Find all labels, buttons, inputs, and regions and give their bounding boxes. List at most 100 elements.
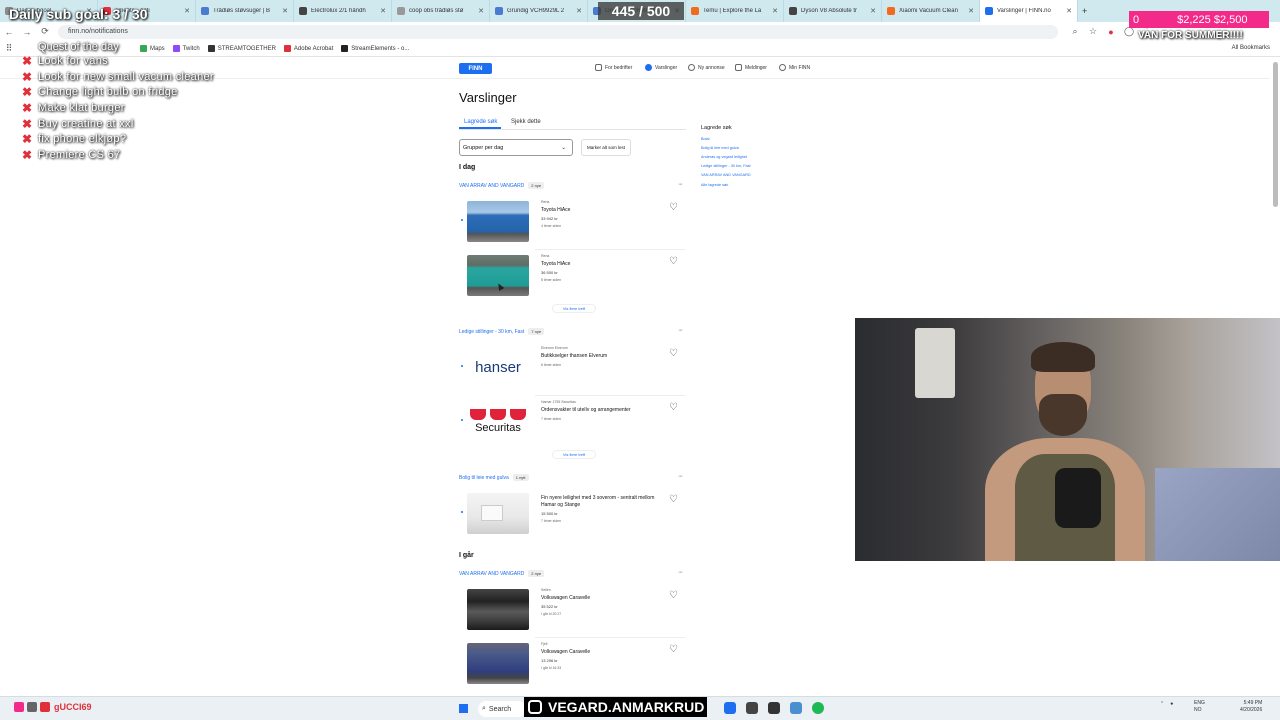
tab-check-this[interactable]: Sjekk dette [511,119,541,125]
list-item[interactable]: Sellen Volkswagen Caravelle 35 522 kr I går… [459,588,687,640]
search-group[interactable]: VAN ARRAV AND VANGARD 2 nye [459,570,545,577]
search-group[interactable]: VAN ARRAV AND VANGARD 2 nye [459,182,545,189]
close-icon[interactable]: ✕ [576,7,582,15]
bookmark-item[interactable]: STREAMTOGETHER [207,45,276,52]
apps-icon[interactable]: ⠿ [0,43,18,54]
list-item[interactable]: Fin nyere leilighet med 3 soverom - sent… [459,492,687,544]
bookmark-favicon-icon [283,45,291,52]
quest-item: ✖ Premiere CS 67 [22,147,121,162]
chevron-up-icon[interactable]: ⌃ [1160,701,1164,707]
close-icon[interactable]: ✕ [184,7,190,15]
divider [535,249,685,250]
saved-search-link[interactable]: Bolal [701,135,751,144]
browser-tab[interactable]: coop obs trådløs stø ✕ [392,0,490,22]
close-icon[interactable]: ✕ [1066,7,1072,15]
page-scrollbar[interactable] [1273,62,1278,207]
windows-start-icon[interactable] [458,703,469,714]
close-icon[interactable]: ✕ [282,7,288,15]
finn-logo[interactable]: FINN [459,63,492,74]
listing-image [467,493,529,534]
close-icon[interactable]: ✕ [870,7,876,15]
close-icon[interactable]: ✕ [380,7,386,15]
search-group[interactable]: Ledige stillinger - 30 km, Fast 7 nye [459,328,545,335]
obs-icon[interactable] [746,702,758,714]
browser-tab[interactable]: Dyson V8 Absolute tr ✕ [784,0,882,22]
nav-notifications[interactable]: Varslinger [645,64,677,71]
spotify-icon[interactable] [812,702,824,714]
user-icon [779,64,786,71]
bell-icon [645,64,652,71]
saved-search-link[interactable]: VAN ARRAV AND VANGARD [701,171,751,180]
list-item[interactable]: Fjell Volkswagen Caravelle 13 296 kr I går … [459,642,687,694]
bookmark-item[interactable]: Adobe Acrobat [283,45,333,52]
saved-search-link[interactable]: Bolig til leie med gulva [701,144,751,153]
chrome-icon[interactable] [790,702,802,714]
address-bar[interactable]: finn.no/notifications [58,24,1058,39]
bookmark-star-icon[interactable]: ☆ [1084,26,1102,37]
browser-tab[interactable]: Xiaomi Vacuum Clean ✕ [882,0,980,22]
search-group[interactable]: Bolig til leie med gulva 1 nytt [459,474,529,481]
more-options-icon[interactable]: ··· [678,181,683,188]
show-more-button[interactable]: Vis flere treff [552,304,596,313]
edge-icon[interactable] [724,702,736,714]
tab-favicon-icon [495,7,503,15]
mark-all-read-button[interactable]: Marker alt som lest [581,139,631,156]
taskbar-search[interactable]: ⌕ Search [478,701,526,717]
cross-icon: ✖ [22,53,33,68]
browser-tab[interactable]: Temu | Explore the La ✕ [686,0,784,22]
saved-search-link[interactable]: Anderas og vegard leilighet [701,153,751,162]
nav-new-ad[interactable]: Ny annonse [688,64,725,71]
unread-dot [461,365,463,367]
show-more-button[interactable]: Vis flere treff [552,450,596,459]
list-item[interactable]: Rena Toyota HiAce 36 500 kr 5 timer siden ♡ [459,254,687,306]
webcam-feed [855,318,1280,561]
tab-favicon-icon [887,7,895,15]
favorite-heart-icon[interactable]: ♡ [669,644,678,655]
browser-tab[interactable]: Trådløs støvsuger | B ✕ [196,0,294,22]
mic-icon[interactable]: ● [1170,701,1173,707]
back-icon[interactable]: ← [0,27,18,37]
clock[interactable]: 5:49 PM 4/20/2026 [1240,700,1262,714]
list-item[interactable]: hanser Elverum Elverum Butikkselger thans… [459,346,687,398]
close-icon[interactable]: ✕ [968,7,974,15]
hanging-shirt [915,328,955,398]
favorite-heart-icon[interactable]: ♡ [669,348,678,359]
extensions-icon[interactable]: ● [1102,27,1120,37]
more-options-icon[interactable]: ··· [678,327,683,334]
favorite-heart-icon[interactable]: ♡ [669,590,678,601]
favorite-heart-icon[interactable]: ♡ [669,256,678,267]
more-options-icon[interactable]: ··· [678,569,683,576]
group-by-select[interactable]: Grupper per dag ⌄ [459,139,573,156]
app-icon[interactable] [14,702,24,712]
favorite-heart-icon[interactable]: ♡ [669,202,678,213]
tab-saved-searches[interactable]: Lagrede søk [464,119,497,125]
nav-for-bedrifter[interactable]: For bedrifter [595,64,632,71]
favorite-heart-icon[interactable]: ♡ [669,494,678,505]
bookmark-item[interactable]: StreamElements - o... [341,45,409,52]
browser-tab[interactable]: Grundig VCH9929L 2 ✕ [490,0,588,22]
language-indicator[interactable]: ENG NO [1194,700,1205,714]
nav-my-finn[interactable]: Min FINN [779,64,810,71]
listing-price: 13 296 kr [541,658,558,663]
reload-icon[interactable]: ⟳ [36,26,54,37]
browser-tab[interactable]: Varslinger | FINN.no ✕ [980,0,1078,22]
list-item[interactable]: Securitas Hamar 1755 Securitas Ordensvakt… [459,400,687,452]
app-icon[interactable] [27,702,37,712]
close-icon[interactable]: ✕ [478,7,484,15]
app-icon[interactable] [40,702,50,712]
terminal-icon[interactable] [768,702,780,714]
close-icon[interactable]: ✕ [772,7,778,15]
forward-icon[interactable]: → [18,27,36,37]
list-item[interactable]: Rena Toyota HiAce 33 942 kr 4 timer siden ♡ [459,200,687,252]
new-tab-icon[interactable]: + [1082,6,1087,16]
saved-search-link[interactable]: Ledige stillinger - 30 km, Fast [701,162,751,171]
all-bookmarks[interactable]: All Bookmarks [1232,45,1270,51]
tab-title: Xiaomi Vacuum Clean [899,8,958,14]
browser-tab[interactable]: Electrolux 2/1 håndh ✕ [294,0,392,22]
favorite-heart-icon[interactable]: ♡ [669,402,678,413]
more-options-icon[interactable]: ··· [678,473,683,480]
nav-messages[interactable]: Meldinger [735,64,767,71]
zoom-icon[interactable]: ⌕ [1066,26,1084,37]
all-saved-searches-link[interactable]: Alle lagrede søk [701,183,751,187]
new-count-badge: 2 nye [528,570,545,577]
